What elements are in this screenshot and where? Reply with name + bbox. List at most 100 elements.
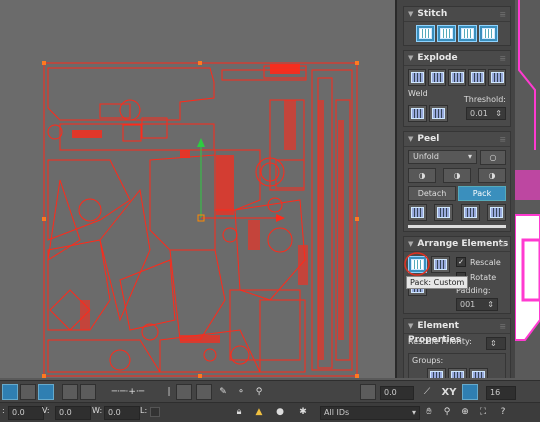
- pack-normalize-icon: [434, 259, 447, 270]
- explode-rollout-title[interactable]: ▼ Explode ≡: [404, 51, 510, 66]
- align-horizontal-button[interactable]: [196, 384, 212, 400]
- v-coordinate-field[interactable]: 0.0: [55, 406, 91, 420]
- threshold-spinner[interactable]: 0.01 ⇕: [466, 107, 506, 120]
- perspective-viewport-sliver[interactable]: [515, 0, 540, 378]
- flatten-icon: [490, 72, 504, 83]
- grid-snap-button[interactable]: [462, 384, 478, 400]
- uv-editor-viewport[interactable]: [0, 0, 395, 378]
- xy-axis-toggle[interactable]: XY: [438, 384, 460, 400]
- lock-uv-checkbox[interactable]: [150, 407, 160, 417]
- filter-icon[interactable]: ▲: [252, 404, 266, 420]
- unpin-button[interactable]: [434, 204, 454, 221]
- peel-rollout-title[interactable]: ▼ Peel ≡: [404, 132, 510, 147]
- arrange-elements-rollout: ▼ Arrange Elements ≡ ✓ Rescale Rotate Paddi…: [403, 236, 511, 314]
- brush-icon[interactable]: ✎: [216, 384, 230, 400]
- arrange-rollout-title[interactable]: ▼ Arrange Elements ≡: [404, 237, 510, 252]
- lock-icon[interactable]: 🔒︎: [232, 404, 246, 420]
- auto-pin-button[interactable]: [460, 204, 480, 221]
- arrange-title-label: Arrange Elements: [417, 239, 509, 249]
- weld-all-button[interactable]: [429, 105, 448, 122]
- rollout-pin-icon: ≡: [499, 135, 506, 144]
- peel-separator: [408, 225, 506, 228]
- spinner-arrows-icon: ⇕: [487, 300, 494, 309]
- uv-shell-top: [47, 67, 215, 121]
- v-label: V:: [42, 406, 50, 415]
- pack-toggle-button[interactable]: Pack: [458, 186, 506, 201]
- material-icon: [470, 72, 484, 83]
- groups-label: Groups:: [412, 356, 444, 365]
- weld-selected-button[interactable]: [408, 105, 427, 122]
- rotate-label: Rotate: [470, 272, 497, 282]
- detach-button[interactable]: Detach: [408, 186, 456, 201]
- freeze-icon[interactable]: ✱: [296, 404, 310, 420]
- rollout-pin-icon: ≡: [499, 54, 506, 63]
- help-icon[interactable]: ?: [496, 404, 510, 420]
- pack-custom-button[interactable]: [404, 252, 430, 276]
- ids-value: All IDs: [324, 408, 350, 417]
- peel-mode-button[interactable]: ◑: [443, 168, 471, 183]
- zoom-region-icon[interactable]: ⊕: [458, 404, 472, 420]
- peel-option-button[interactable]: ○: [480, 150, 506, 165]
- explode-rollout: ▼ Explode ≡ Weld Threshold: 0.01 ⇕: [403, 50, 511, 127]
- w-label: W:: [92, 406, 103, 415]
- loop-ring-tools[interactable]: ─·─·+·─: [100, 384, 156, 400]
- padding-spinner[interactable]: 001 ⇕: [456, 298, 498, 311]
- rotate-gizmo-button[interactable]: [360, 384, 376, 400]
- weld-icon: [411, 108, 424, 119]
- pan-hand-icon[interactable]: ✋︎: [422, 404, 436, 420]
- stitch-average-button[interactable]: [458, 25, 477, 42]
- stitch-custom-button[interactable]: [416, 25, 435, 42]
- element-properties-title[interactable]: ▼ Element Properties ≡: [404, 319, 510, 345]
- stitch-source-button[interactable]: [437, 25, 456, 42]
- padding-value: 001: [460, 300, 476, 309]
- material-id-dropdown[interactable]: All IDs ▾: [320, 406, 420, 420]
- relax-icon[interactable]: ⚬: [234, 384, 248, 400]
- zoom-icon[interactable]: ⚲: [440, 404, 454, 420]
- select-pins-button[interactable]: [486, 204, 506, 221]
- edge-mode-button[interactable]: [20, 384, 36, 400]
- spinner-arrows-icon: ⇕: [495, 109, 502, 118]
- polygon-mode-button[interactable]: [38, 384, 54, 400]
- peel-mode-dropdown[interactable]: Unfold ▾: [408, 150, 477, 164]
- uv-layout-canvas[interactable]: [0, 0, 395, 378]
- select-group-button[interactable]: [468, 368, 488, 378]
- zoom-extents-icon[interactable]: ⛶: [476, 404, 490, 420]
- grow-selection-button[interactable]: [80, 384, 96, 400]
- split-by-smoothing-button[interactable]: [448, 69, 466, 86]
- w-coordinate-field[interactable]: 0.0: [104, 406, 140, 420]
- split-by-polygroups-button[interactable]: [428, 69, 446, 86]
- stitch-target-button[interactable]: [479, 25, 498, 42]
- rescale-priority-spinner[interactable]: ⇕: [486, 337, 506, 350]
- stitch-rollout-title[interactable]: ▼ Stitch ≡: [404, 7, 510, 22]
- unwrap-command-panel: ▼ Stitch ≡ ▼ Explode ≡ Weld Threshold: 0.0: [395, 0, 517, 378]
- u-label: :: [2, 406, 5, 415]
- pack-normalize-button[interactable]: [431, 256, 450, 273]
- u-coordinate-field[interactable]: 0.0: [8, 406, 44, 420]
- quick-peel-button[interactable]: ◑: [408, 168, 436, 183]
- rollout-pin-icon: ≡: [499, 322, 506, 331]
- stitch-icon: [419, 28, 432, 39]
- break-button[interactable]: [408, 69, 426, 86]
- select-by-element-button[interactable]: [62, 384, 78, 400]
- peel-rollout: ▼ Peel ≡ Unfold ▾ ○ ◑ ◑ ◑ Detach Pack: [403, 131, 511, 232]
- split-by-material-button[interactable]: [468, 69, 486, 86]
- hide-toggle-icon[interactable]: ●: [270, 404, 290, 420]
- reset-peel-button[interactable]: ◑: [478, 168, 506, 183]
- soft-select-icon[interactable]: ⚲: [252, 384, 266, 400]
- flatten-button[interactable]: [488, 69, 506, 86]
- curve-icon[interactable]: ⟋: [420, 384, 434, 400]
- rescale-checkbox[interactable]: ✓ Rescale: [456, 256, 501, 268]
- peel-icon: ◑: [418, 171, 426, 180]
- rotation-spinner[interactable]: 0.0: [380, 386, 414, 400]
- pin-button[interactable]: [408, 204, 427, 221]
- pack-label: Pack: [472, 189, 492, 198]
- smoothing-icon: [450, 72, 464, 83]
- group-selected-button[interactable]: [426, 368, 446, 378]
- ungroup-selected-button[interactable]: [447, 368, 467, 378]
- divider-icon: |: [167, 387, 171, 397]
- align-vertical-button[interactable]: [176, 384, 192, 400]
- chevron-down-icon: ▾: [411, 408, 416, 417]
- snap-value-spinner[interactable]: 16: [486, 386, 516, 400]
- vertex-mode-button[interactable]: [2, 384, 18, 400]
- rotation-value: 0.0: [384, 388, 397, 397]
